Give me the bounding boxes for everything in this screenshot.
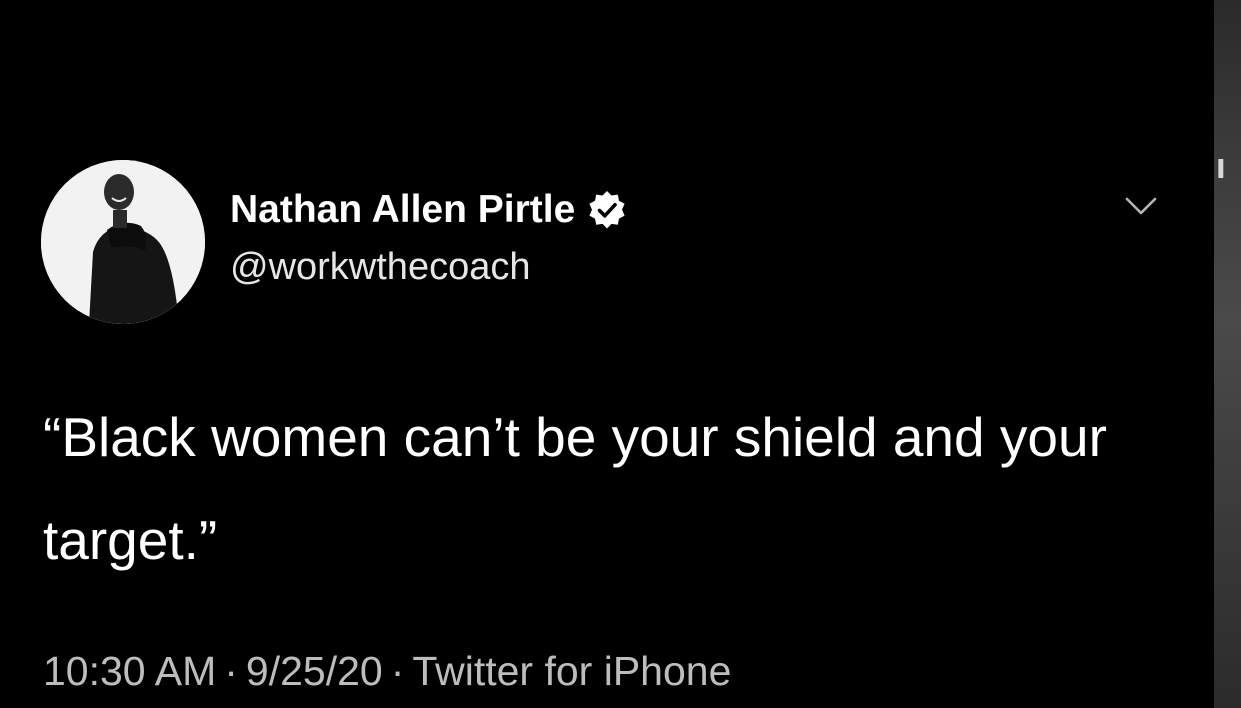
author-display-name[interactable]: Nathan Allen Pirtle: [230, 188, 575, 232]
tweet-metadata: 10:30 AM · 9/25/20 · Twitter for iPhone: [43, 648, 731, 695]
separator: ·: [224, 648, 238, 694]
separator: ·: [390, 648, 405, 694]
author-name-row: Nathan Allen Pirtle: [230, 184, 629, 236]
avatar[interactable]: [41, 160, 205, 324]
tweet-source[interactable]: Twitter for iPhone: [412, 648, 731, 694]
background-edge: I: [1214, 0, 1241, 708]
tweet-date[interactable]: 9/25/20: [246, 648, 383, 694]
author-handle[interactable]: @workwthecoach: [230, 246, 530, 289]
avatar-photo: [41, 160, 205, 324]
verified-badge-icon: [585, 188, 629, 232]
tweet-text: “Black women can’t be your shield and yo…: [43, 406, 1107, 571]
tweet-card: Nathan Allen Pirtle @workwthecoach “Blac…: [0, 0, 1214, 708]
chevron-down-icon[interactable]: [1123, 193, 1159, 221]
background-letter: I: [1216, 155, 1226, 185]
tweet-time[interactable]: 10:30 AM: [43, 648, 216, 694]
